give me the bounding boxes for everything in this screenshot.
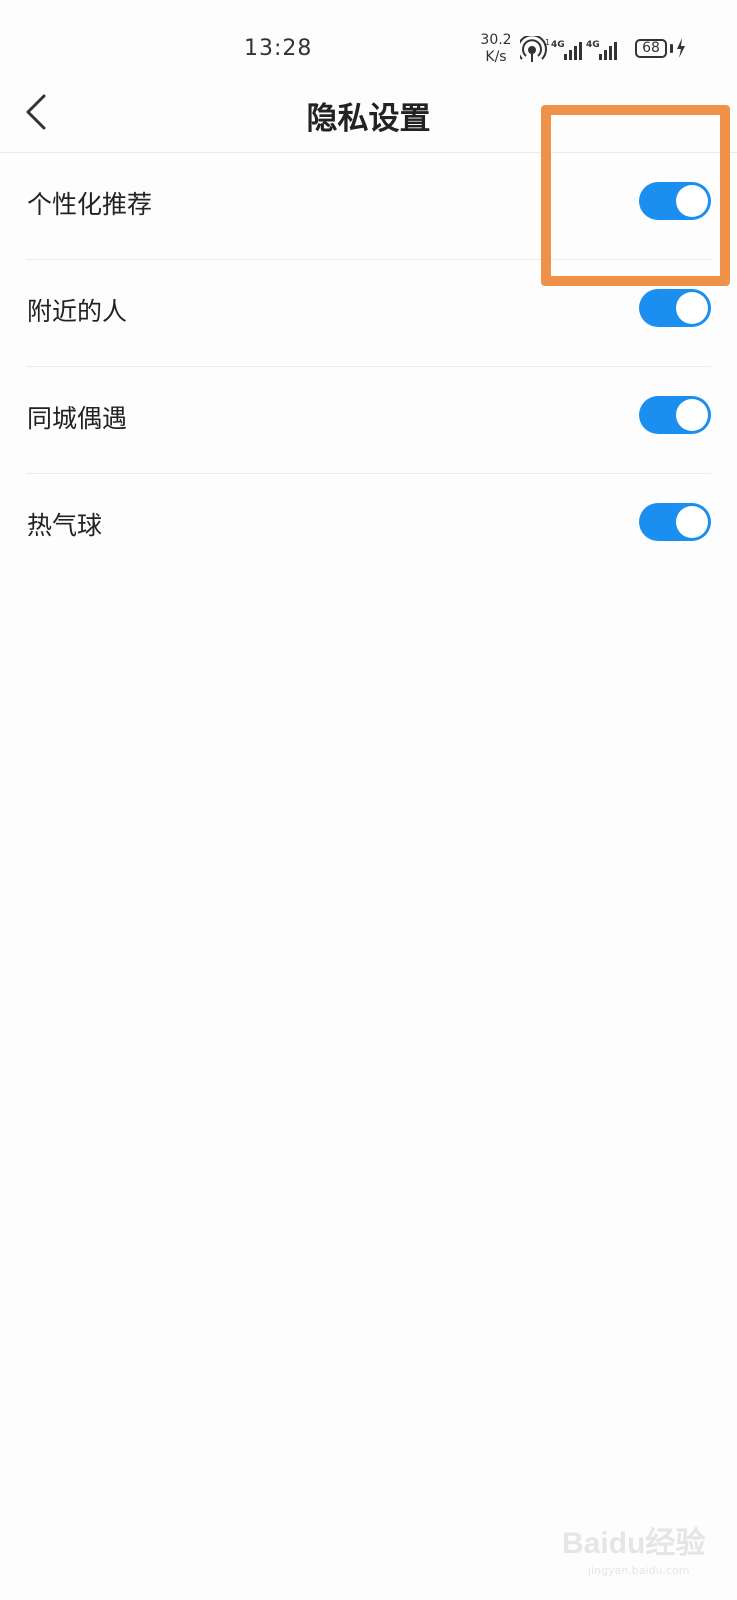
svg-text:4G: 4G <box>586 40 600 50</box>
toggle-knob <box>676 399 708 431</box>
settings-row-hot-air-balloon: 热气球 <box>26 474 711 580</box>
svg-text:1: 1 <box>545 38 550 47</box>
network-speed-value: 30.2 <box>480 32 512 48</box>
settings-row-label: 附近的人 <box>27 297 128 326</box>
watermark-url: jingyan.baidu.com <box>588 1564 690 1577</box>
svg-text:4G: 4G <box>551 40 565 50</box>
same-city-encounter-toggle[interactable] <box>639 396 711 434</box>
signal-4g-icon: 4G <box>586 40 617 60</box>
highlight-annotation-box <box>541 105 730 286</box>
watermark-logo: Baidu经验 <box>562 1527 706 1560</box>
settings-row-label: 个性化推荐 <box>27 190 153 219</box>
status-icons: 1 4G 4G <box>520 36 617 62</box>
charging-icon <box>677 38 685 58</box>
battery-icon: 68 <box>635 39 667 58</box>
status-time: 13:28 <box>244 36 313 61</box>
battery-nub <box>670 44 673 53</box>
nearby-people-toggle[interactable] <box>639 289 711 327</box>
settings-row-label: 同城偶遇 <box>27 404 128 433</box>
settings-row-label: 热气球 <box>27 511 103 540</box>
watermark: Baidu经验 jingyan.baidu.com <box>562 1496 722 1586</box>
signal-4g-icon: 4G <box>551 40 582 60</box>
settings-row-same-city-encounter: 同城偶遇 <box>26 367 711 474</box>
toggle-knob <box>676 506 708 538</box>
network-speed-unit: K/s <box>485 49 507 65</box>
toggle-knob <box>676 292 708 324</box>
network-speed: 30.2 K/s <box>474 32 518 66</box>
hotspot-icon <box>520 36 547 62</box>
hot-air-balloon-toggle[interactable] <box>639 503 711 541</box>
